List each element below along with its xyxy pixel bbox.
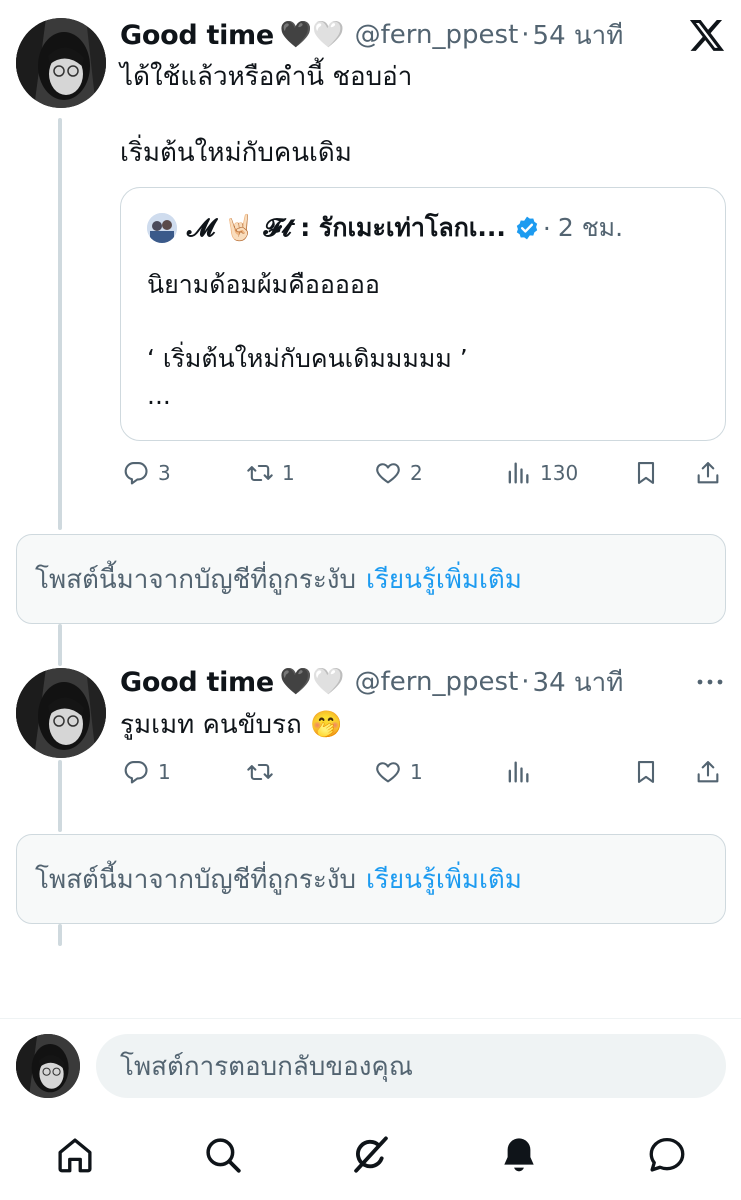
post-time[interactable]: 34 นาที bbox=[533, 662, 624, 703]
quote-header: 𝓜 🤘🏻 𝓕𝓽 : รักเมะเท่าโลกเ... · 2 ชม. bbox=[147, 210, 623, 246]
separator: · bbox=[521, 20, 530, 50]
display-name[interactable]: Good time bbox=[120, 667, 274, 698]
suspended-account-notice: โพสต์นี้มาจากบัญชีที่ถูกระงับ เรียนรู้เพ… bbox=[16, 534, 726, 624]
share-icon bbox=[697, 462, 719, 484]
share-icon bbox=[697, 761, 719, 783]
post-time[interactable]: 54 นาที bbox=[533, 15, 624, 56]
messages-icon[interactable] bbox=[646, 1134, 688, 1176]
post-text: รูมเมท คนขับรถ 🤭 bbox=[120, 710, 343, 740]
grok-icon[interactable] bbox=[350, 1134, 392, 1176]
heart-icon bbox=[376, 463, 400, 484]
learn-more-link[interactable]: เรียนรู้เพิ่มเติม bbox=[366, 559, 522, 600]
repost-button[interactable]: 1 bbox=[246, 453, 295, 493]
quote-time: 2 ชม. bbox=[557, 213, 624, 242]
thread-line bbox=[58, 760, 62, 832]
heart-emojis: 🖤🤍 bbox=[279, 20, 345, 50]
quote-display-name: 𝓜 🤘🏻 𝓕𝓽 : รักเมะเท่าโลกเ... bbox=[187, 213, 506, 242]
reply-button[interactable]: 3 bbox=[122, 453, 171, 493]
reply-icon bbox=[124, 761, 148, 784]
quote-avatar bbox=[147, 213, 177, 243]
separator: · bbox=[542, 213, 551, 243]
notice-text: โพสต์นี้มาจากบัญชีที่ถูกระงับ bbox=[35, 564, 357, 595]
heart-icon bbox=[376, 762, 400, 783]
like-count: 1 bbox=[410, 760, 423, 784]
composer-avatar bbox=[16, 1034, 80, 1098]
post-text: ได้ใช้แล้วหรือคำนี้ ชอบอ่า เริ่มต้นใหม่ก… bbox=[120, 62, 413, 168]
search-icon[interactable] bbox=[202, 1134, 244, 1176]
views-icon bbox=[508, 462, 529, 484]
bookmark-icon bbox=[637, 462, 655, 484]
quote-text: นิยามด้อมผ้มคือออออ ‘ เริ่มต้นใหม่กับคนเ… bbox=[147, 270, 468, 410]
x-logo-icon[interactable] bbox=[688, 16, 726, 54]
reply-count: 1 bbox=[158, 760, 171, 784]
separator: · bbox=[521, 667, 530, 697]
suspended-account-notice: โพสต์นี้มาจากบัญชีที่ถูกระงับ เรียนรู้เพ… bbox=[16, 834, 726, 924]
bookmark-button[interactable] bbox=[632, 453, 660, 493]
bookmark-button[interactable] bbox=[632, 752, 660, 792]
verified-badge-icon bbox=[516, 216, 538, 240]
user-handle[interactable]: @fern_ppest bbox=[355, 20, 519, 50]
divider bbox=[0, 1018, 741, 1019]
reply-placeholder: โพสต์การตอบกลับของคุณ bbox=[120, 1051, 413, 1082]
avatar[interactable] bbox=[16, 668, 106, 758]
quote-tweet[interactable]: 𝓜 🤘🏻 𝓕𝓽 : รักเมะเท่าโลกเ... · 2 ชม. นิยา… bbox=[120, 187, 726, 441]
reply-icon bbox=[124, 462, 148, 485]
repost-icon bbox=[247, 763, 273, 781]
notice-text: โพสต์นี้มาจากบัญชีที่ถูกระงับ bbox=[35, 864, 357, 895]
notifications-icon[interactable] bbox=[498, 1134, 540, 1176]
display-name[interactable]: Good time bbox=[120, 20, 274, 51]
views-count: 130 bbox=[540, 461, 579, 485]
avatar[interactable] bbox=[16, 18, 106, 108]
views-icon bbox=[508, 761, 529, 783]
like-button[interactable]: 1 bbox=[374, 752, 423, 792]
post-actions: 1 1 bbox=[120, 752, 726, 792]
repost-count: 1 bbox=[282, 461, 295, 485]
reply-button[interactable]: 1 bbox=[122, 752, 171, 792]
post-header: Good time 🖤🤍 @fern_ppest · 54 นาที bbox=[120, 15, 623, 55]
share-button[interactable] bbox=[694, 453, 722, 493]
thread-line bbox=[58, 624, 62, 666]
learn-more-link[interactable]: เรียนรู้เพิ่มเติม bbox=[366, 859, 522, 900]
thread-line bbox=[58, 924, 62, 946]
share-button[interactable] bbox=[694, 752, 722, 792]
repost-button[interactable] bbox=[246, 752, 274, 792]
heart-emojis: 🖤🤍 bbox=[279, 667, 345, 697]
like-count: 2 bbox=[410, 461, 423, 485]
bookmark-icon bbox=[637, 761, 655, 783]
reply-input[interactable]: โพสต์การตอบกลับของคุณ bbox=[96, 1034, 726, 1098]
reply-count: 3 bbox=[158, 461, 171, 485]
more-icon[interactable] bbox=[692, 670, 728, 694]
views-button[interactable]: 130 bbox=[504, 453, 578, 493]
post-header: Good time 🖤🤍 @fern_ppest · 34 นาที bbox=[120, 662, 623, 702]
thread-line bbox=[58, 118, 62, 530]
repost-icon bbox=[247, 464, 273, 482]
user-handle[interactable]: @fern_ppest bbox=[355, 667, 519, 697]
post-actions: 3 1 2 130 bbox=[120, 453, 726, 493]
views-button[interactable] bbox=[504, 752, 532, 792]
like-button[interactable]: 2 bbox=[374, 453, 423, 493]
home-icon[interactable] bbox=[54, 1134, 96, 1176]
